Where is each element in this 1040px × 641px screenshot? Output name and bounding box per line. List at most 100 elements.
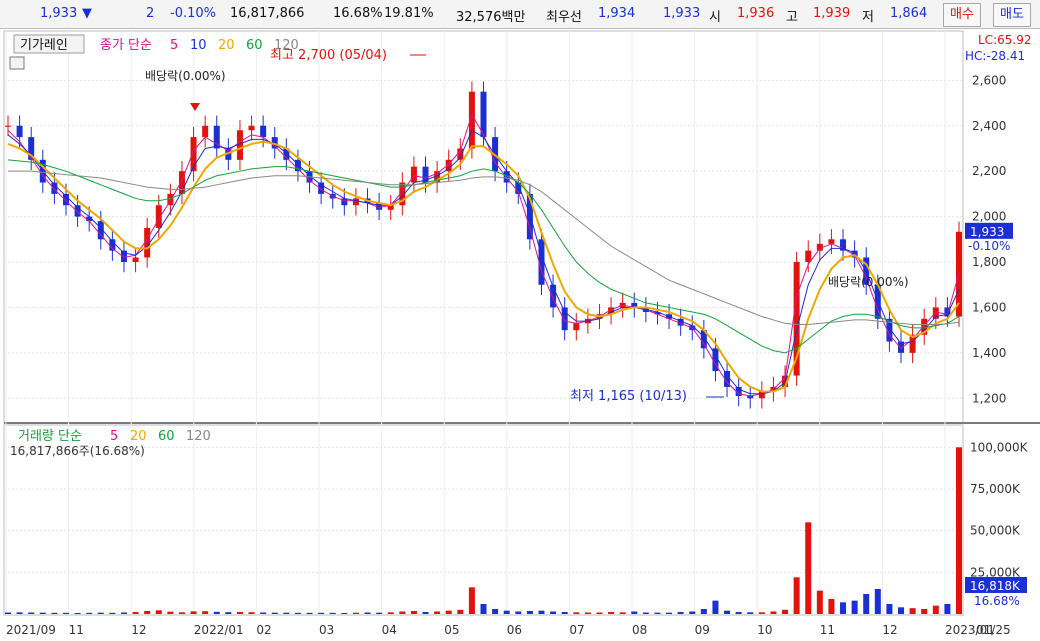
volume-bar [155,610,162,614]
buy-button[interactable]: 매수 [943,3,981,27]
x-tick-label: 10 [757,623,772,637]
high-label: 고 [786,10,798,25]
best-ask: 1,934 [598,6,636,21]
current-change-value: -0.10% [968,239,1010,253]
volume-bar [74,613,81,614]
volume-bar [758,612,765,614]
volume-bar [364,612,371,614]
volume-current-text: 16,817,866주(16.68%) [10,444,145,458]
stock-name: 기가레인 [20,38,68,53]
volume-bar [248,612,255,614]
best-bid: 1,933 [663,6,701,21]
volume-bar [352,612,359,614]
best-quote-label: 최우선 [546,10,582,25]
volume-legend-period: 20 [130,429,147,444]
volume-bar [39,612,46,614]
volume-bar [840,602,847,614]
volume-bar [538,610,545,614]
volume-bar [932,605,939,614]
x-tick-label: 2022/01 [194,623,244,637]
volume-bar [410,611,417,614]
volume-bar [28,612,35,614]
quote-header: 1,933 ▼ 2 -0.10% 16,817,866 16.68% 19.81… [0,0,1040,29]
lc-indicator: LC:65.92 [978,33,1031,47]
volume-bar [294,612,301,614]
hc-indicator: HC:-28.41 [965,49,1025,63]
volume-bar [283,612,290,614]
volume-bar [86,612,93,614]
price-legend-period: 20 [218,38,235,53]
volume-ratio: 16.68% [333,6,383,21]
volume-legend-period: 5 [110,429,118,444]
candle-body [132,257,139,263]
volume-bar [886,604,893,614]
price-legend-period: 10 [190,38,207,53]
x-tick-label: 05 [444,623,459,637]
current-volume-value: 16,818K [970,579,1021,593]
volume-tick-label: 100,000K [970,440,1029,454]
x-tick-label: 11 [69,623,84,637]
current-price-value: 1,933 [970,225,1004,239]
volume-bar [132,612,139,614]
volume-bar [376,612,383,614]
volume-bar [666,612,673,614]
volume-bar [526,611,533,614]
volume-bar [144,611,151,614]
x-tick-label: 08 [632,623,647,637]
volume-bar [468,587,475,614]
volume-bar [341,613,348,614]
volume-bar [503,610,510,614]
high-annotation: 최고 2,700 (05/04) [270,48,387,63]
volume-bar [422,612,429,614]
high-price: 1,939 [813,6,851,21]
volume-bar [805,522,812,614]
volume-legend-period: 120 [186,429,211,444]
volume-bar [851,600,858,614]
price-change-pct: -0.10% [170,6,216,21]
sell-button[interactable]: 매도 [993,3,1031,27]
volume-tick-label: 75,000K [970,482,1021,496]
price-tick-label: 2,400 [972,119,1006,133]
volume-bar [318,612,325,614]
candle-body [5,125,11,127]
volume-bar [608,612,615,614]
volume-bar [816,590,823,614]
volume-bar [712,600,719,614]
current-volume-pct: 16.68% [974,594,1020,608]
volume-bar [492,609,499,614]
candle-body [352,198,359,206]
volume-legend-title: 거래량 단순 [18,429,82,444]
price-tick-label: 2,600 [972,73,1006,87]
volume-bar [550,611,557,614]
price-tick-label: 1,600 [972,300,1006,314]
volume-bar [202,611,209,614]
low-price: 1,864 [890,6,928,21]
price-legend-period: 5 [170,38,178,53]
candle-body [805,250,812,263]
x-tick-label: 2021/09 [6,623,56,637]
volume-bar [863,594,870,614]
dividend-annotation: 배당락(0.00%) [145,69,226,83]
dividend-annotation-2: 배당락(0.00%) [828,275,909,289]
volume-bar [770,611,777,614]
price-tick-label: 1,200 [972,391,1006,405]
volume-bar [631,611,638,614]
volume-bar [236,612,243,614]
price-tick-label: 1,400 [972,346,1006,360]
price-tick-label: 2,200 [972,164,1006,178]
volume-bar [642,612,649,614]
volume-bar [956,447,962,614]
x-tick-label: 04 [382,623,397,637]
volume-bar [5,612,11,614]
low-annotation: 최저 1,165 (10/13) [570,389,687,404]
volume-bar [689,611,696,614]
volume-bar [573,612,580,614]
volume-bar [677,612,684,614]
candle-body [155,205,162,228]
x-tick-label: 02 [256,623,271,637]
candle-body [410,166,417,183]
volume-bar [735,612,742,614]
volume-bar [167,611,174,614]
volume-bar [16,612,23,614]
volume-bar [178,612,185,614]
